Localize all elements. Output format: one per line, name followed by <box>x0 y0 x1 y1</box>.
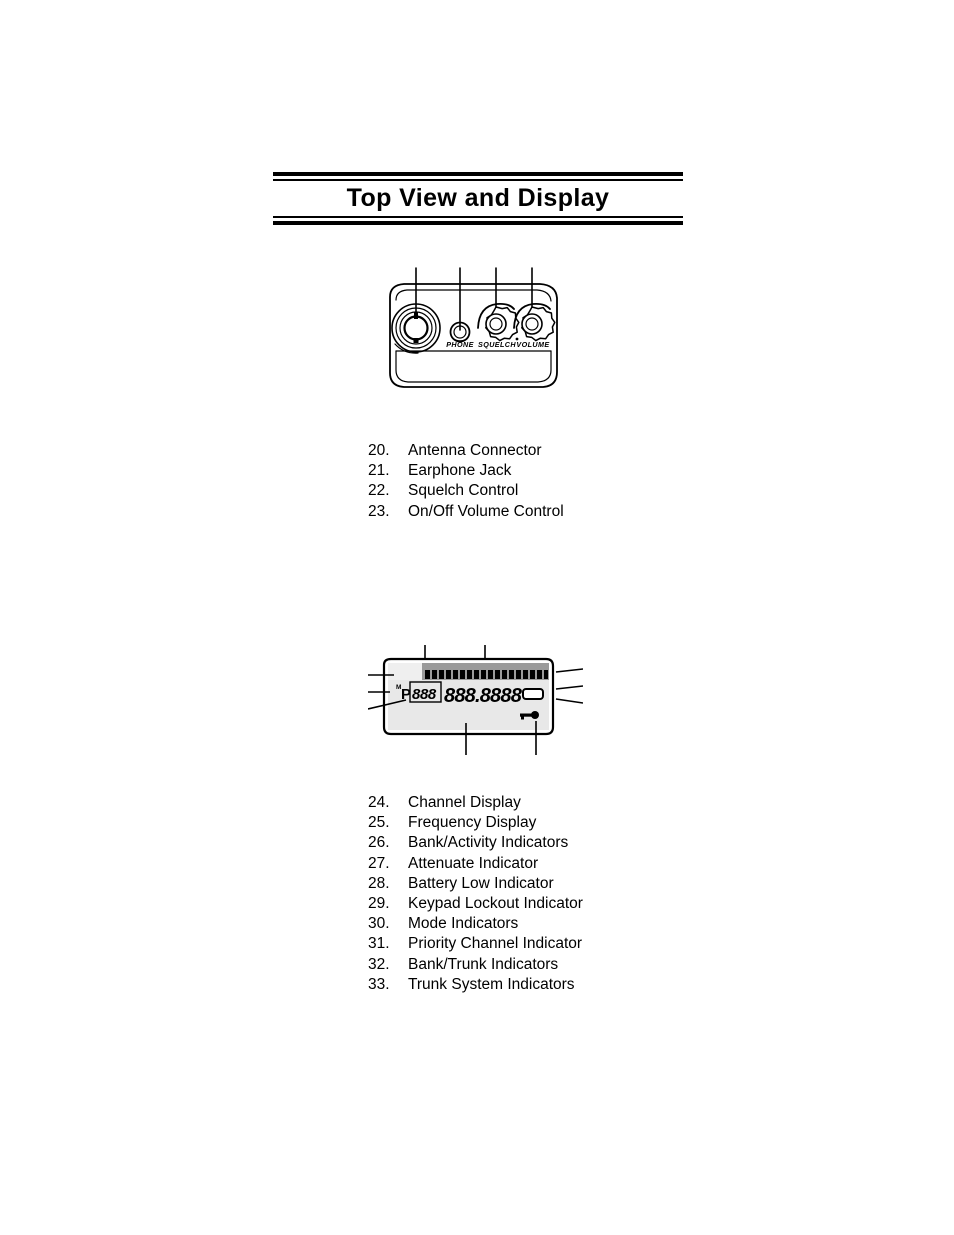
list-item-number: 33. <box>368 975 390 993</box>
list-item-label: Earphone Jack <box>408 462 512 480</box>
list-item-label: Antenna Connector <box>408 442 542 459</box>
list-item-label: Attenuate Indicator <box>408 854 539 872</box>
list-item-label: Bank/Activity Indicators <box>408 834 569 852</box>
list-item-label: Frequency Display <box>408 814 537 832</box>
list-item-number: 22. <box>368 482 390 500</box>
list-item-number: 31. <box>368 935 390 953</box>
list-item-number: 28. <box>368 874 390 892</box>
list-item-label: Squelch Control <box>408 482 519 500</box>
list-item-number: 20. <box>368 442 390 459</box>
list-item-number: 23. <box>368 502 390 520</box>
list-item: 32. Bank/Trunk Indicators <box>368 955 788 975</box>
list-item: 24. Channel Display <box>368 793 788 813</box>
list-item-label: Priority Channel Indicator <box>408 935 583 953</box>
top-view-parts-list: 20. Antenna Connector 21. Earphone Jack … <box>368 441 788 522</box>
antenna-connector-keyway-top <box>414 312 418 319</box>
list-item: 30. Mode Indicators <box>368 914 788 934</box>
device-top-panel-edge <box>395 289 552 302</box>
battery-low-icon <box>522 688 544 700</box>
list-item-label: On/Off Volume Control <box>408 502 564 520</box>
display-figure: M P 888 888.8888 <box>368 645 583 755</box>
list-item-label: Mode Indicators <box>408 915 519 933</box>
list-item-label: Channel Display <box>408 794 521 811</box>
antenna-connector-barrel <box>403 315 429 341</box>
channel-digits: 888 <box>412 686 437 703</box>
display-parts-list: 24. Channel Display 25. Frequency Displa… <box>368 793 788 995</box>
list-item-number: 32. <box>368 955 390 973</box>
volume-knob-cap <box>521 313 543 335</box>
lcd-mode-area <box>388 663 422 680</box>
list-item: 20. Antenna Connector <box>368 441 788 461</box>
phone-label: PHONE <box>446 340 474 349</box>
list-item: 25. Frequency Display <box>368 813 788 833</box>
squelch-label: SQUELCH <box>478 340 516 349</box>
list-item: 21. Earphone Jack <box>368 461 788 481</box>
list-item-label: Trunk System Indicators <box>408 975 575 993</box>
list-item: 33. Trunk System Indicators <box>368 975 788 995</box>
top-view-drawing: PHONE SQUELCH VOLUME <box>389 267 558 388</box>
list-item-number: 29. <box>368 895 390 913</box>
list-item-label: Bank/Trunk Indicators <box>408 955 559 973</box>
volume-label: VOLUME <box>516 340 549 349</box>
frequency-digits: 888.8888 <box>444 685 523 707</box>
squelch-knob-cap <box>485 313 507 335</box>
callout-line-33 <box>555 698 583 704</box>
list-item: 29. Keypad Lockout Indicator <box>368 894 788 914</box>
callout-line-28 <box>555 685 583 690</box>
list-item: 31. Priority Channel Indicator <box>368 934 788 954</box>
heading-rule-bottom-thick <box>273 221 683 226</box>
list-item-number: 27. <box>368 854 390 872</box>
top-view-figure: PHONE SQUELCH VOLUME <box>380 262 580 412</box>
antenna-connector-keyway-bottom <box>413 338 419 343</box>
list-item-number: 25. <box>368 814 390 832</box>
list-item-number: 24. <box>368 794 390 811</box>
list-item: 23. On/Off Volume Control <box>368 502 788 522</box>
lcd-display-drawing: M P 888 888.8888 <box>368 645 583 755</box>
device-front-face <box>395 350 552 383</box>
page-heading-block: Top View and Display <box>273 172 683 226</box>
page-title: Top View and Display <box>346 184 610 212</box>
list-item: 26. Bank/Activity Indicators <box>368 833 788 853</box>
list-item-label: Battery Low Indicator <box>408 874 554 892</box>
list-item-number: 26. <box>368 834 390 852</box>
list-item: 22. Squelch Control <box>368 481 788 501</box>
list-item-number: 21. <box>368 462 390 480</box>
list-item: 28. Battery Low Indicator <box>368 874 788 894</box>
list-item-number: 30. <box>368 915 390 933</box>
list-item-label: Keypad Lockout Indicator <box>408 895 583 913</box>
list-item: 27. Attenuate Indicator <box>368 854 788 874</box>
callout-line-32 <box>555 668 583 673</box>
